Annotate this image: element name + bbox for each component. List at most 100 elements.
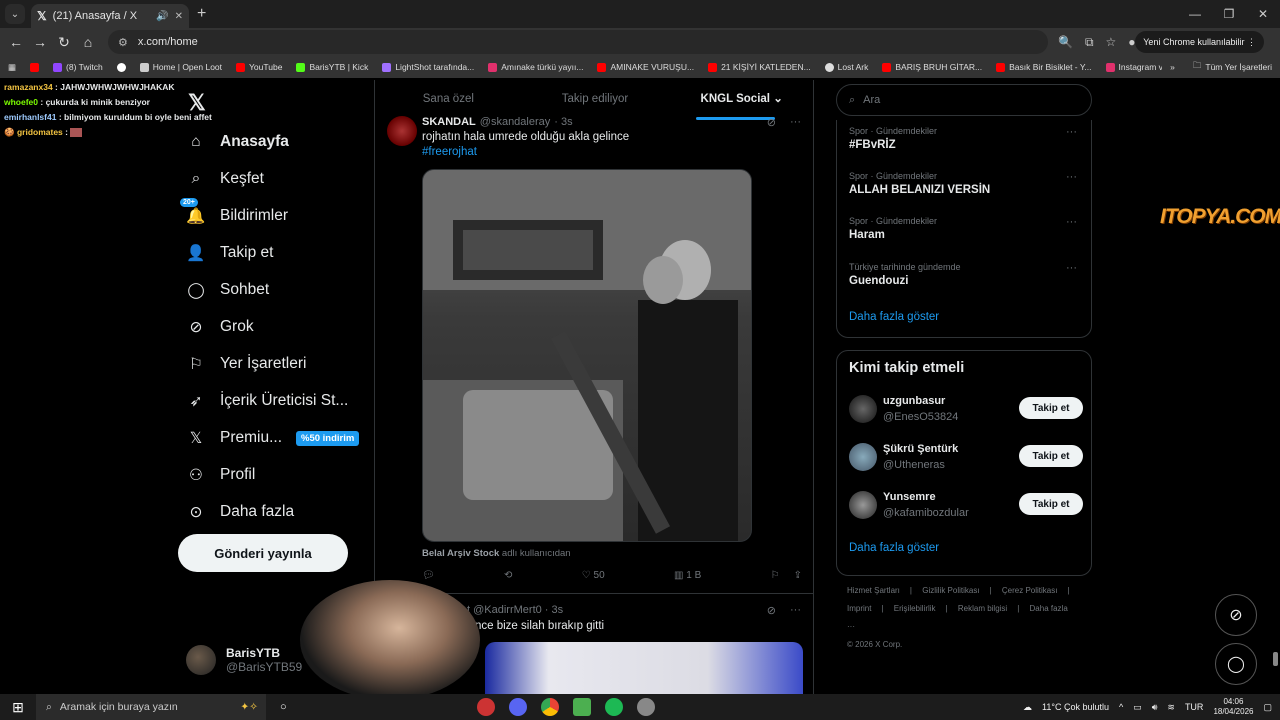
follow-button[interactable]: Takip et [1019,445,1083,467]
zoom-icon[interactable]: 🔍 [1058,35,1073,50]
chevron-right-icon[interactable]: » [1170,62,1175,72]
grok-icon[interactable]: ⊘ [767,116,776,129]
views-button[interactable]: ▥ 1 B [674,570,701,581]
tweet-author-name[interactable]: SKANDAL [422,116,476,128]
app-spotify-icon[interactable] [604,698,623,716]
follow-button[interactable]: Takip et [1019,397,1083,419]
nav-notifications[interactable]: 🔔 20+ Bildirimler [180,198,288,226]
footer-link[interactable]: Hizmet Şartları [847,586,900,595]
more-icon[interactable]: ··· [1066,126,1077,138]
show-more-suggestions-link[interactable]: Daha fazla göster [849,542,939,554]
tab-following[interactable]: Takip ediliyor [522,80,669,120]
tab-for-you[interactable]: Sana özel [375,80,522,120]
tweet-video[interactable] [422,169,752,542]
trend-item[interactable]: Türkiye tarihinde gündemde Guendouzi ··· [849,262,1085,287]
app-chrome-icon[interactable] [540,698,559,716]
follow-button[interactable]: Takip et [1019,493,1083,515]
nav-bookmarks[interactable]: ⚐ Yer İşaretleri [186,354,306,374]
follow-suggestion[interactable]: Yunsemre @kafamibozdular Takip et [849,489,1083,523]
bookmark-star-icon[interactable]: ☆ [1106,35,1117,50]
bookmark-item[interactable]: AMINAKE VURUŞU... [597,62,694,72]
apps-icon[interactable]: ▦ [8,62,16,73]
nav-home[interactable]: ⌂ Anasayfa [186,132,289,152]
nav-profile[interactable]: ⚇ Profil [186,465,255,485]
forward-button[interactable]: → [28,34,52,50]
app-discord-icon[interactable] [508,698,527,716]
post-button[interactable]: Gönderi yayınla [178,534,348,572]
show-more-trends-link[interactable]: Daha fazla göster [849,311,939,323]
app-steam-icon[interactable] [636,698,655,716]
tab-search-button[interactable]: ⌄ [5,4,25,24]
more-icon[interactable]: ··· [790,604,801,617]
tweet-author-handle[interactable]: @skandaleray [480,116,550,128]
bookmark-item[interactable]: Amınake türkü yayıı... [488,62,583,72]
messages-fab-button[interactable]: ◯ [1215,643,1257,685]
bookmark-item[interactable]: YouTube [236,62,282,72]
nav-grok[interactable]: ⊘ Grok [186,317,254,337]
volume-icon[interactable]: 🔊︎ [1152,702,1158,713]
trend-item[interactable]: Spor · Gündemdekiler Haram ··· [849,216,1085,241]
weather-text[interactable]: 11°C Çok bulutlu [1042,702,1109,712]
close-window-button[interactable]: ✕ [1246,0,1280,28]
bookmark-item[interactable] [116,62,126,72]
share-icon[interactable]: ⇪ [794,570,802,581]
network-icon[interactable]: ▭ [1133,702,1142,713]
task-view-icon[interactable]: ○ [280,701,287,713]
footer-link[interactable]: Reklam bilgisi [958,604,1007,613]
back-button[interactable]: ← [4,34,28,50]
app-obs-icon[interactable] [476,698,495,716]
nav-follow[interactable]: 👤 Takip et [186,243,273,263]
app-minecraft-icon[interactable] [572,698,591,716]
bookmark-icon[interactable]: ⚐ [771,570,780,581]
tweet-image[interactable] [485,642,803,694]
home-button[interactable]: ⌂ [76,34,100,50]
footer-link[interactable]: Erişilebilirlik [894,604,936,613]
wifi-icon[interactable]: ≋ [1167,702,1175,713]
x-logo-icon[interactable]: 𝕏 [188,90,206,116]
bookmark-item[interactable]: Lost Ark [824,62,868,72]
bookmark-item[interactable] [30,62,40,72]
trend-item[interactable]: Spor · Gündemdekiler #FBvRİZ ··· [849,126,1085,151]
grok-fab-button[interactable]: ⊘ [1215,594,1257,636]
more-icon[interactable]: ··· [790,116,801,129]
page-scrollbar[interactable] [1273,652,1278,666]
install-icon[interactable]: ⧉ [1085,35,1094,50]
windows-start-icon[interactable]: ⊞ [0,699,36,716]
follow-suggestion[interactable]: Şükrü Şentürk @Utheneras Takip et [849,441,1083,475]
follow-suggestion[interactable]: uzgunbasur @EnesO53824 Takip et [849,393,1083,427]
nav-more[interactable]: ⊙ Daha fazla [186,502,295,522]
avatar[interactable] [387,116,417,146]
restore-button[interactable]: ❐ [1212,0,1246,28]
site-info-icon[interactable]: ⚙ [118,36,128,49]
close-tab-icon[interactable]: ✕ [175,11,183,22]
nav-chat[interactable]: ◯ Sohbet [186,280,269,300]
bookmark-item[interactable]: BARIŞ BRUH GİTAR... [882,62,982,72]
nav-premium[interactable]: 𝕏 Premiu... %50 indirim [186,428,360,448]
new-tab-button[interactable]: + [197,5,206,23]
nav-creator-studio[interactable]: ➶ İçerik Üreticisi St... [186,391,349,411]
more-icon[interactable]: ··· [1066,216,1077,228]
tray-overflow-icon[interactable]: ^ [1119,702,1123,712]
nav-explore[interactable]: ⌕ Keşfet [186,169,264,189]
speaker-icon[interactable]: 🔊 [156,11,168,22]
chrome-update-button[interactable]: Yeni Chrome kullanılabilir ⋮ [1135,31,1264,53]
like-button[interactable]: ♡ 50 [582,570,605,581]
reply-icon[interactable]: 💬︎ [422,570,435,581]
tweet[interactable]: SKANDAL @skandaleray · 3s ⊘ ··· rojhatın… [375,116,813,594]
retweet-icon[interactable]: ⟲ [504,570,512,581]
bookmark-item[interactable]: LightShot tarafında... [382,62,474,72]
taskbar-search-input[interactable]: ⌕ Aramak için buraya yazın ✦✧ [36,694,266,720]
language-indicator[interactable]: TUR [1185,702,1204,712]
more-icon[interactable]: ··· [1066,262,1077,274]
browser-tab[interactable]: 𝕏 (21) Anasayfa / X 🔊 ✕ [31,4,189,28]
trend-item[interactable]: Spor · Gündemdekiler ALLAH BELANIZI VERSİ… [849,171,1085,196]
minimize-button[interactable]: — [1178,0,1212,28]
all-bookmarks-link[interactable]: Tüm Yer İşaretleri [1205,62,1272,72]
footer-link[interactable]: Imprint [847,604,871,613]
notifications-icon[interactable]: ▢ [1263,702,1272,713]
media-credit[interactable]: Belal Arşiv Stock adlı kullanıcıdan [422,548,571,559]
tweet-time[interactable]: · 3s [554,116,572,128]
account-switcher[interactable]: BarisYTB @BarisYTB59 [186,645,302,675]
bookmark-item[interactable]: 21 KİŞİYİ KATLEDEN... [708,62,811,72]
bookmark-item[interactable]: Home | Open Loot [139,62,222,72]
